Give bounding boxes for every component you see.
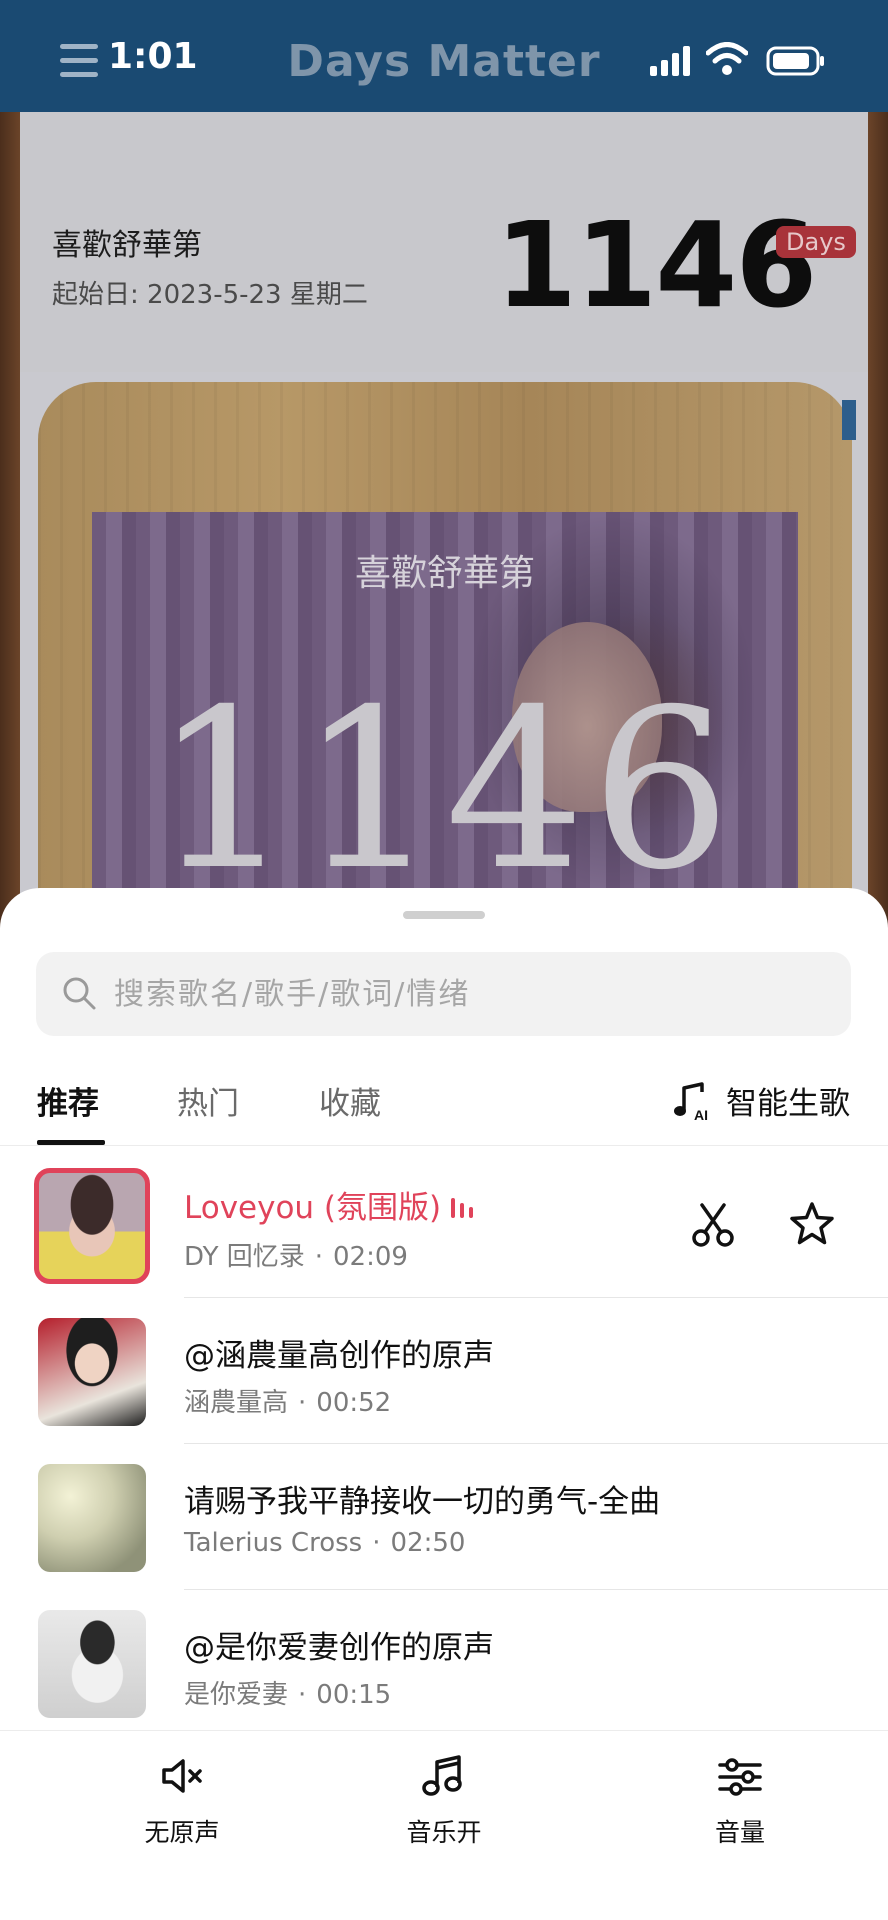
song-meta: Talerius Cross · 02:50 — [184, 1528, 465, 1558]
album-cover — [38, 1464, 146, 1572]
search-input[interactable] — [114, 952, 814, 1036]
sheet-grabber[interactable] — [403, 911, 485, 919]
speaker-mute-icon — [162, 1759, 202, 1793]
song-duration: 02:09 — [333, 1242, 408, 1272]
album-cover — [38, 1318, 146, 1426]
tab-favorites[interactable]: 收藏 — [319, 1078, 381, 1123]
app-title: Days Matter — [287, 36, 601, 87]
battery-icon — [766, 46, 824, 76]
search-icon — [63, 977, 96, 1010]
song-title: @是你爱妻创作的原声 — [184, 1630, 494, 1666]
music-controls-bar: 无原声 音乐开 音量 — [0, 1730, 888, 1920]
song-list: Loveyou (氛围版) DY 回忆录 · 02:09 @涵農量高创作的原声 … — [0, 1152, 888, 1736]
song-artist: 涵農量高 — [184, 1388, 289, 1418]
tab-bar: 推荐 热门 收藏 AI 智能生歌 — [0, 1056, 888, 1146]
song-title: 请赐予我平静接收一切的勇气-全曲 — [184, 1484, 661, 1520]
song-title: @涵農量高创作的原声 — [184, 1338, 494, 1374]
tab-hot[interactable]: 热门 — [177, 1078, 239, 1123]
event-start-date: 起始日: 2023-5-23 星期二 — [52, 280, 368, 310]
star-icon[interactable] — [788, 1200, 836, 1248]
scissors-icon[interactable] — [690, 1202, 736, 1248]
tab-recommended[interactable]: 推荐 — [37, 1078, 99, 1123]
event-day-count: 1146 — [495, 196, 817, 334]
volume-button[interactable]: 音量 — [640, 1753, 840, 1849]
album-cover — [38, 1610, 146, 1718]
playing-equalizer-icon — [451, 1198, 474, 1218]
song-meta: 涵農量高 · 00:52 — [184, 1382, 391, 1419]
meta-separator: · — [314, 1242, 324, 1272]
song-duration: 00:52 — [316, 1388, 392, 1418]
meta-separator: · — [298, 1680, 307, 1710]
wifi-icon — [706, 42, 748, 75]
ai-song-label: 智能生歌 — [726, 1086, 850, 1122]
meta-separator: · — [298, 1388, 307, 1418]
mute-original-button[interactable]: 无原声 — [82, 1753, 282, 1849]
sliders-icon — [718, 1758, 762, 1796]
album-cover — [34, 1168, 150, 1284]
search-bar[interactable] — [36, 952, 851, 1036]
song-artist: Talerius Cross — [184, 1528, 363, 1558]
music-toggle-button[interactable]: 音乐开 — [344, 1753, 544, 1849]
photo-title: 喜歡舒華第 — [354, 553, 535, 594]
music-sheet: 推荐 热门 收藏 AI 智能生歌 Loveyou (氛围版) DY — [0, 888, 888, 1920]
frame-edge — [842, 400, 856, 440]
active-tab-indicator — [37, 1140, 105, 1145]
ai-music-note-icon: AI — [674, 1081, 708, 1122]
song-title-row: Loveyou (氛围版) — [184, 1182, 475, 1227]
ai-song-button[interactable]: AI 智能生歌 — [672, 1078, 850, 1123]
volume-label: 音量 — [714, 1818, 765, 1847]
event-name: 喜歡舒華第 — [52, 228, 202, 263]
song-row[interactable]: @涵農量高创作的原声 涵農量高 · 00:52 — [0, 1298, 888, 1444]
song-meta: 是你爱妻 · 00:15 — [184, 1674, 391, 1711]
signal-icon — [650, 46, 690, 76]
music-toggle-label: 音乐开 — [406, 1818, 482, 1847]
photo-day-count: 1146 — [153, 662, 737, 918]
app-bar: 1:01 Days Matter — [0, 0, 888, 112]
song-duration: 00:15 — [316, 1680, 392, 1710]
song-row[interactable]: @是你爱妻创作的原声 是你爱妻 · 00:15 — [0, 1590, 888, 1736]
song-artist: DY 回忆录 — [184, 1242, 305, 1272]
mute-original-label: 无原声 — [144, 1818, 220, 1847]
song-row[interactable]: 请赐予我平静接收一切的勇气-全曲 Talerius Cross · 02:50 — [0, 1444, 888, 1590]
song-row[interactable]: Loveyou (氛围版) DY 回忆录 · 02:09 — [0, 1152, 888, 1298]
days-badge: Days — [776, 226, 856, 258]
song-duration: 02:50 — [390, 1528, 466, 1558]
meta-separator: · — [372, 1528, 381, 1558]
music-note-icon — [422, 1755, 462, 1796]
song-meta: DY 回忆录 · 02:09 — [184, 1236, 408, 1273]
svg-text:AI: AI — [694, 1107, 708, 1122]
song-title: Loveyou (氛围版) — [184, 1190, 442, 1226]
song-artist: 是你爱妻 — [184, 1680, 289, 1710]
